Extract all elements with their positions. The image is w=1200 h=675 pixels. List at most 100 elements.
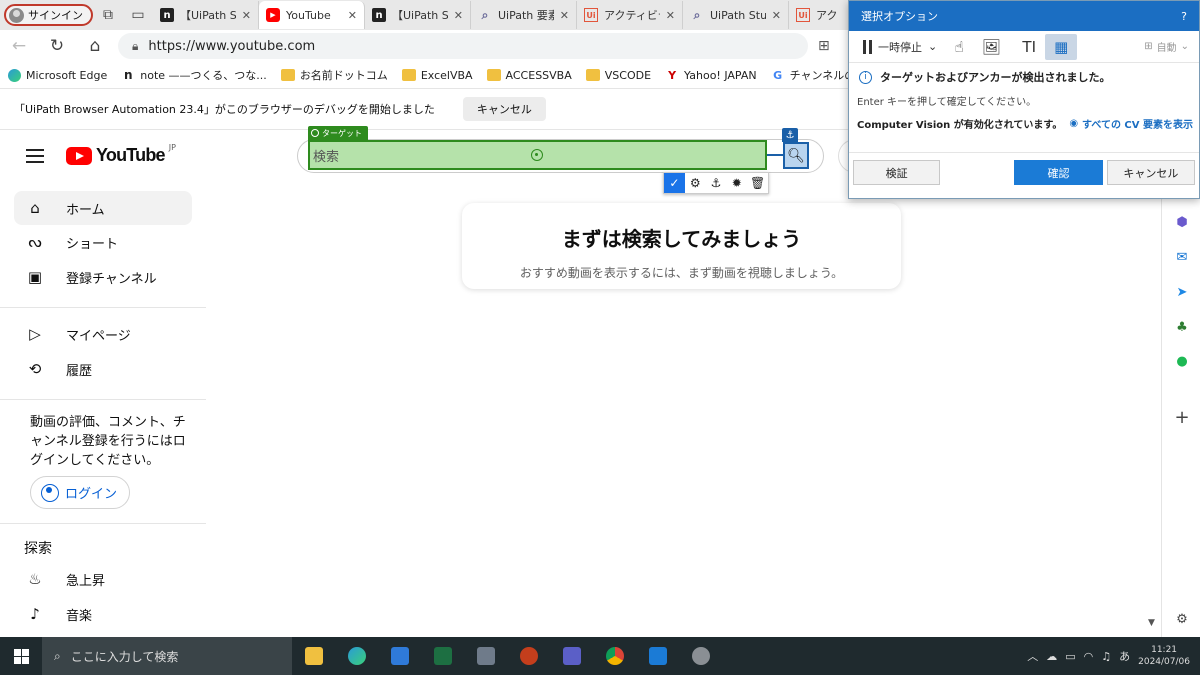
url-field[interactable]: 🔒︎ https://www.youtube.com [118,33,808,59]
add-icon[interactable]: + [1174,407,1190,428]
search-button[interactable]: 🔍︎ [783,142,809,169]
extensions-icon[interactable]: ⊞ [818,38,830,54]
bookmark-item[interactable]: Y Yahoo! JAPAN [665,69,757,82]
help-icon[interactable]: ? [1181,10,1187,23]
close-tab-icon[interactable]: ✕ [348,9,357,22]
browser-tab[interactable]: ▶ YouTube ✕ [259,1,365,29]
copilot-icon[interactable]: ⬢ [1174,214,1190,230]
battery-icon[interactable]: ▭ [1065,650,1075,663]
auto-icon: ⊞ [1144,41,1153,52]
sidebar-item-music[interactable]: ♪ 音楽 [14,597,192,631]
bookmark-item[interactable]: VSCODE [585,68,652,82]
confirm-button[interactable]: 確認 [1014,160,1103,185]
network-icon[interactable]: ☁ [1046,650,1057,663]
image-icon[interactable]: 🖼︎ [975,34,1007,60]
chrome-icon[interactable] [593,637,636,675]
powerpoint-icon[interactable] [507,637,550,675]
my-page-icon: ▷ [29,325,41,343]
send-icon[interactable]: ➤ [1174,284,1190,300]
spotify-icon[interactable]: ● [1174,353,1190,369]
youtube-region-label: JP [168,143,176,152]
sidebar-item-shorts[interactable]: ᔓ ショート [14,225,192,259]
close-tab-icon[interactable]: ✕ [242,9,251,22]
teams-icon[interactable] [550,637,593,675]
settings-gear-icon[interactable]: ✹ [726,173,747,193]
home-icon: ⌂ [30,199,40,217]
cv-chip-icon[interactable]: ▦ [1045,33,1078,60]
windows-taskbar: ⌕ ここに入力して検索 ︿ ☁ ▭ ◠ ♫ あ 11:21 2024/07/06 [0,637,1200,675]
confirm-check-icon[interactable]: ✓ [664,173,685,193]
workspaces-icon[interactable]: ⧉ [93,0,123,30]
settings-icon[interactable]: ⚙ [1174,611,1190,627]
paint-icon[interactable] [679,637,722,675]
browser-tab[interactable]: n 【UiPath Stu ✕ [153,1,259,29]
show-cv-elements-link[interactable]: ◉ すべての CV 要素を表示 [1069,116,1193,131]
sidebar-item-home[interactable]: ⌂ ホーム [14,191,192,225]
file-explorer-icon[interactable] [292,637,335,675]
cv-status-row: Computer Vision が有効化されています。 ◉ すべての CV 要素… [849,116,1199,131]
n-favicon-icon: n [123,68,133,82]
sidebar-item-subscriptions[interactable]: ▣ 登録チャンネル [14,260,192,294]
tree-icon[interactable]: ♣ [1174,319,1190,335]
back-icon[interactable]: ← [0,30,38,62]
outlook-icon[interactable]: ✉ [1174,249,1190,265]
close-tab-icon[interactable]: ✕ [560,9,569,22]
prompt-subtitle: おすすめ動画を表示するには、まず動画を視聴しましょう。 [519,266,844,280]
uipath-studio-icon[interactable] [636,637,679,675]
bookmark-label: ACCESSVBA [505,68,572,82]
cv-chip-icon[interactable]: ⚙ [685,173,706,193]
debug-cancel-button[interactable]: キャンセル [462,97,546,121]
tab-title: UiPath 要素 [498,9,554,22]
home-page-icon[interactable]: ⌂ [76,30,114,62]
close-tab-icon[interactable]: ✕ [454,9,463,22]
signin-label: サインイン [28,9,83,22]
browser-tab[interactable]: ⌕ UiPath Stu ✕ [683,1,789,29]
taskbar-search[interactable]: ⌕ ここに入力して検索 [42,637,292,675]
divider [0,307,206,308]
volume-icon[interactable]: ♫ [1101,650,1111,663]
youtube-logo[interactable]: YouTube JP [66,143,176,166]
signin-button[interactable]: サインイン [4,4,93,26]
sidebar-item-trending[interactable]: ♨ 急上昇 [14,562,192,596]
sidebar-item-label: 履歴 [66,363,93,379]
verify-button[interactable]: 検証 [853,160,941,185]
cancel-button[interactable]: キャンセル [1106,160,1195,185]
refresh-icon[interactable]: ↻ [38,30,76,62]
divider [0,523,206,524]
tray-overflow-icon[interactable]: ︿ [1027,648,1038,664]
bookmark-item[interactable]: お名前ドットコム [280,67,388,83]
excel-icon[interactable] [421,637,464,675]
scroll-down-icon[interactable]: ▼ [1148,618,1155,628]
music-icon: ♪ [30,605,40,623]
clock[interactable]: 11:21 2024/07/06 [1138,644,1190,668]
prompt-title: まずは検索してみましょう [561,227,802,251]
ime-indicator[interactable]: あ [1119,648,1130,664]
anchor-add-icon[interactable]: ⚓ [706,173,727,193]
bookmark-item[interactable]: ACCESSVBA [486,68,572,82]
bookmark-item[interactable]: ExcelVBA [401,69,473,82]
wifi-icon[interactable]: ◠ [1084,650,1094,663]
close-tab-icon[interactable]: ✕ [772,9,781,22]
browser-tab[interactable]: ⌕ UiPath 要素 ✕ [471,1,577,29]
sidebar-item-my-page[interactable]: ▷ マイページ [14,317,192,351]
native-selection-icon[interactable]: ☝ [943,34,975,60]
tab-actions-icon[interactable]: ▭ [123,0,153,30]
pause-button[interactable]: 一時停止 ⌄ [857,34,943,60]
windows-logo-icon [13,648,29,664]
text-icon[interactable]: TI [1013,34,1045,60]
browser-tab[interactable]: Ui アクティビテ ✕ [577,1,683,29]
menu-icon[interactable] [26,149,44,163]
auto-mode-dropdown[interactable]: ⊞ 自動 ⌄ [1144,34,1189,60]
close-tab-icon[interactable]: ✕ [666,9,675,22]
start-button[interactable] [0,637,42,675]
bookmark-item[interactable]: n note ——つくる、つな... [121,67,267,83]
notes-icon[interactable] [464,637,507,675]
bookmark-item[interactable]: Microsoft Edge [8,68,107,82]
sidebar-item-history[interactable]: ⟲ 履歴 [14,352,192,386]
delete-icon[interactable]: 🗑︎ [747,173,768,193]
browser-tab[interactable]: n 【UiPath Stu ✕ [365,1,471,29]
login-button[interactable]: ログイン [30,476,131,509]
mail-icon[interactable] [378,637,421,675]
edge-icon[interactable] [335,637,378,675]
bookmark-label: VSCODE [604,68,652,82]
